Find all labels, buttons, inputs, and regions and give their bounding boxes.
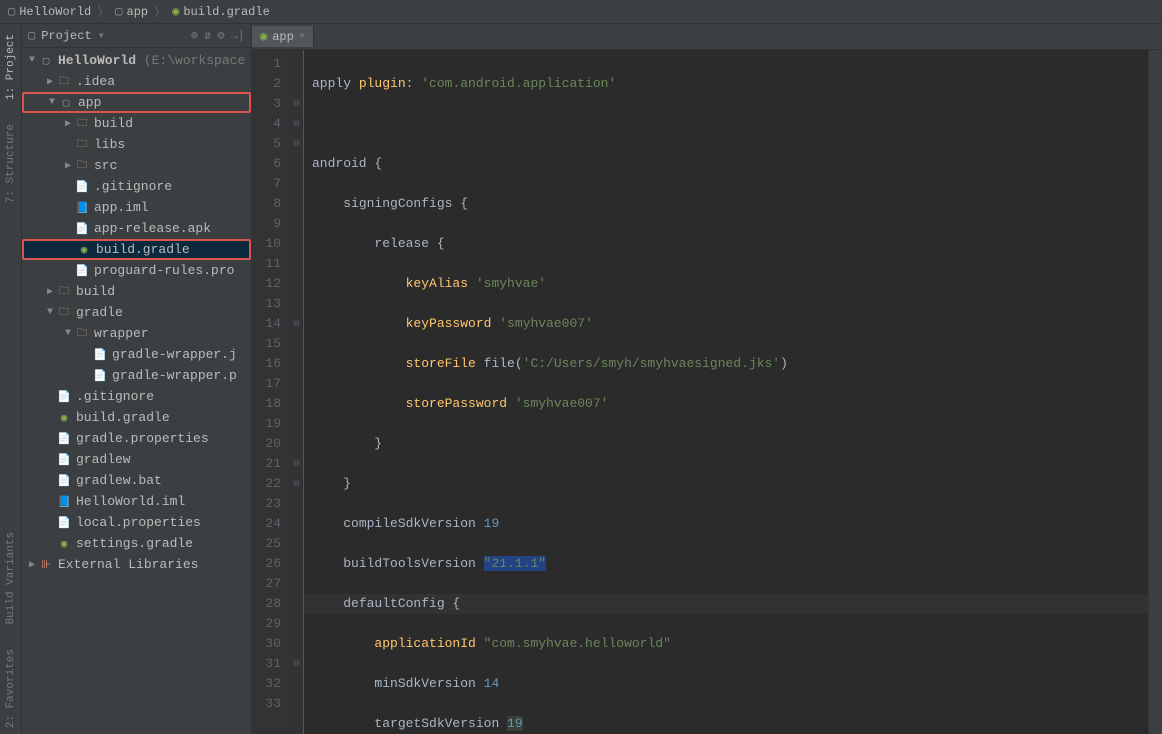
folder-icon: 🗀 (56, 284, 72, 300)
breadcrumb-label: app (127, 5, 149, 19)
tree-item[interactable]: 📄.gitignore (22, 176, 251, 197)
tree-item[interactable]: 📘HelloWorld.iml (22, 491, 251, 512)
tree-item[interactable]: ◉settings.gradle (22, 533, 251, 554)
tree-item-app[interactable]: ▼▢app (22, 92, 251, 113)
hide-icon[interactable]: →| (231, 29, 245, 43)
fold-gutter: ⊟⊟⊟⊟⊟⊟⊟ (290, 50, 304, 734)
tool-window-strip: 1: Project 7: Structure Build Variants 2… (0, 24, 22, 734)
editor-tab-app[interactable]: ◉ app × (252, 26, 314, 47)
breadcrumb-label: HelloWorld (19, 5, 91, 19)
folder-icon: 🗀 (74, 137, 90, 153)
folder-icon: 🗀 (74, 326, 90, 342)
folder-icon: 🗀 (56, 305, 72, 321)
code-area[interactable]: apply plugin: 'com.android.application' … (304, 50, 1148, 734)
breadcrumb-item[interactable]: ▢ app (115, 4, 148, 19)
gradle-icon: ◉ (76, 242, 92, 258)
tab-label: app (272, 30, 294, 44)
tab-favorites[interactable]: 2: Favorites (3, 643, 19, 734)
tab-build-variants[interactable]: Build Variants (3, 526, 19, 630)
module-icon: ▢ (58, 95, 74, 111)
tree-item[interactable]: ▼🗀wrapper (22, 323, 251, 344)
module-icon: ▢ (38, 53, 54, 69)
iml-icon: 📘 (56, 494, 72, 510)
module-icon: ▢ (8, 4, 15, 19)
tree-item[interactable]: 📄local.properties (22, 512, 251, 533)
panel-title: Project (41, 29, 91, 43)
file-icon: 📄 (56, 431, 72, 447)
editor-tab-bar: ◉ app × (252, 24, 1162, 50)
file-icon: 📄 (56, 452, 72, 468)
tree-item-build-gradle[interactable]: ◉build.gradle (22, 239, 251, 260)
gradle-icon: ◉ (56, 536, 72, 552)
dropdown-icon[interactable]: ▾ (98, 28, 105, 43)
tab-project[interactable]: 1: Project (3, 28, 19, 106)
tab-structure[interactable]: 7: Structure (3, 118, 19, 209)
folder-icon: 🗀 (74, 116, 90, 132)
project-tree[interactable]: ▼▢ HelloWorld (E:\workspace ▶🗀.idea ▼▢ap… (22, 48, 251, 734)
gear-icon[interactable]: ⚙ (217, 28, 224, 43)
tree-item[interactable]: 📄gradle.properties (22, 428, 251, 449)
file-icon: 📄 (56, 473, 72, 489)
file-icon: 📄 (92, 368, 108, 384)
breadcrumb-sep: 〉 (97, 3, 109, 20)
file-icon: 📄 (56, 389, 72, 405)
panel-header: ▢ Project ▾ ⊕ ⇵ ⚙ →| (22, 24, 251, 48)
iml-icon: 📘 (74, 200, 90, 216)
editor-area: ◉ app × 12345678910111213141516171819202… (252, 24, 1162, 734)
project-panel: ▢ Project ▾ ⊕ ⇵ ⚙ →| ▼▢ HelloWorld (E:\w… (22, 24, 252, 734)
folder-icon: 🗀 (74, 158, 90, 174)
tree-item[interactable]: 📄gradlew (22, 449, 251, 470)
tree-item[interactable]: 📄gradlew.bat (22, 470, 251, 491)
file-icon: 📄 (56, 515, 72, 531)
gradle-icon: ◉ (260, 29, 267, 44)
tree-item[interactable]: ▶🗀.idea (22, 71, 251, 92)
line-gutter: 1234567891011121314151617181920212223242… (252, 50, 290, 734)
tree-item-ext-lib[interactable]: ▶⊪External Libraries (22, 554, 251, 575)
editor-body[interactable]: 1234567891011121314151617181920212223242… (252, 50, 1162, 734)
project-view-icon: ▢ (28, 28, 35, 43)
library-icon: ⊪ (38, 557, 54, 573)
tree-item[interactable]: 🗀libs (22, 134, 251, 155)
file-icon: 📄 (92, 347, 108, 363)
tree-item[interactable]: 📘app.iml (22, 197, 251, 218)
tree-item[interactable]: ▶🗀src (22, 155, 251, 176)
folder-icon: 🗀 (56, 74, 72, 90)
tree-item[interactable]: 📄proguard-rules.pro (22, 260, 251, 281)
tree-item[interactable]: 📄app-release.apk (22, 218, 251, 239)
tree-item[interactable]: ▶🗀build (22, 281, 251, 302)
breadcrumb-label: build.gradle (183, 5, 269, 19)
gradle-icon: ◉ (56, 410, 72, 426)
breadcrumb-item[interactable]: ▢ HelloWorld (8, 4, 91, 19)
gradle-icon: ◉ (172, 4, 179, 19)
tree-item[interactable]: ▶🗀build (22, 113, 251, 134)
tree-item[interactable]: ▼🗀gradle (22, 302, 251, 323)
file-icon: 📄 (74, 179, 90, 195)
tree-item[interactable]: 📄.gitignore (22, 386, 251, 407)
file-icon: 📄 (74, 221, 90, 237)
scroll-to-icon[interactable]: ⊕ (191, 28, 198, 43)
tree-item[interactable]: 📄gradle-wrapper.j (22, 344, 251, 365)
tree-root[interactable]: ▼▢ HelloWorld (E:\workspace (22, 50, 251, 71)
close-icon[interactable]: × (299, 31, 306, 43)
module-icon: ▢ (115, 4, 122, 19)
tree-item[interactable]: 📄gradle-wrapper.p (22, 365, 251, 386)
scrollbar[interactable] (1148, 50, 1162, 734)
collapse-icon[interactable]: ⇵ (204, 28, 211, 43)
breadcrumb-sep: 〉 (154, 3, 166, 20)
tree-item[interactable]: ◉build.gradle (22, 407, 251, 428)
breadcrumb-item[interactable]: ◉ build.gradle (172, 4, 270, 19)
breadcrumb: ▢ HelloWorld 〉 ▢ app 〉 ◉ build.gradle (0, 0, 1162, 24)
file-icon: 📄 (74, 263, 90, 279)
